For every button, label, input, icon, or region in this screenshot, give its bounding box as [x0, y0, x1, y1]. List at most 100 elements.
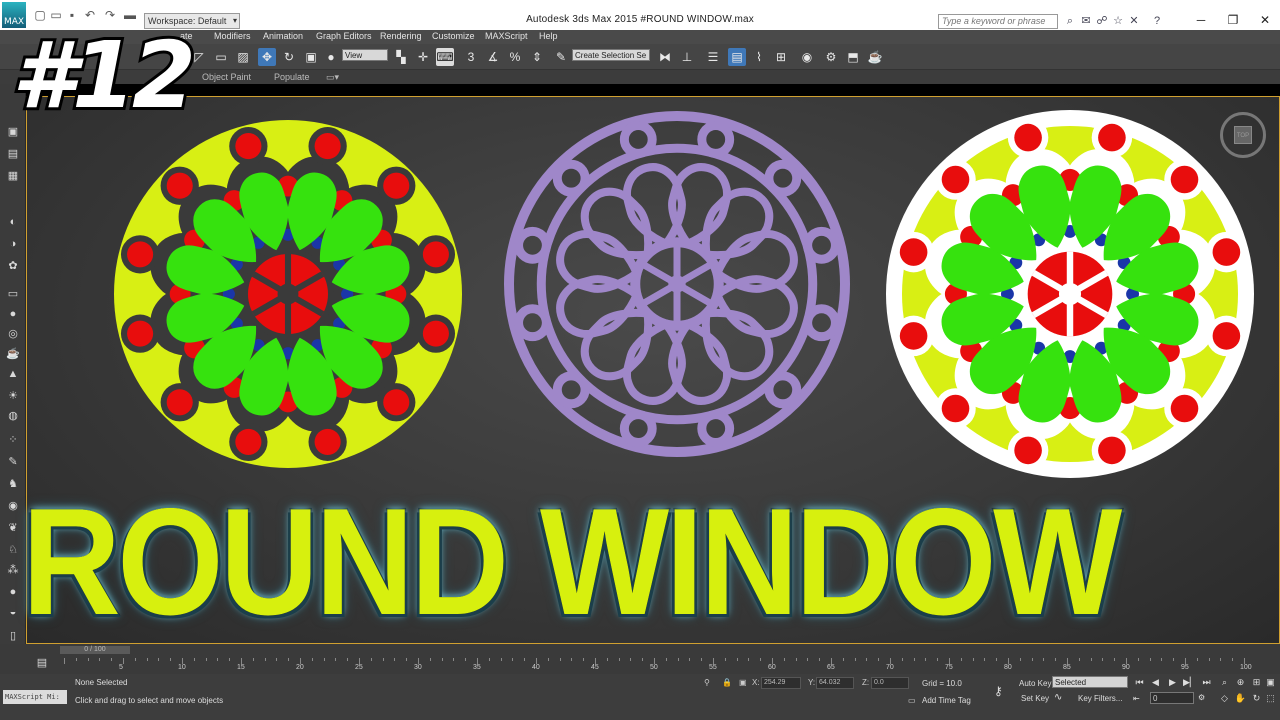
ribbon-tab-populate[interactable]: Populate — [274, 72, 310, 82]
paint-icon[interactable]: ✎ — [5, 454, 21, 470]
next-frame-icon[interactable]: ▶▏ — [1183, 676, 1197, 689]
graphite-ribbon-icon[interactable]: ▤ — [728, 48, 746, 66]
ribbon-tab-object-paint[interactable]: Object Paint — [202, 72, 251, 82]
manipulate-icon[interactable]: ✛ — [414, 48, 432, 66]
sphere-primitive-icon[interactable]: ● — [5, 306, 21, 322]
key-mode-icon[interactable]: ⇤ — [1133, 694, 1140, 703]
maximize-viewport-icon[interactable]: ⬚ — [1264, 692, 1277, 705]
camera-icon[interactable]: ◑ — [5, 236, 21, 252]
maxscript-listener[interactable]: MAXScript Mi: — [3, 690, 67, 704]
file-icon[interactable]: ▯ — [5, 628, 21, 644]
maximize-button[interactable]: ❐ — [1218, 11, 1248, 29]
pan-hand-icon[interactable]: ✋ — [1234, 692, 1247, 705]
go-to-start-icon[interactable]: ⏮ — [1133, 676, 1146, 689]
close-x-icon[interactable]: ✕ — [1127, 14, 1141, 28]
set-key-button[interactable]: Set Key — [1021, 694, 1049, 703]
menu-item-customize[interactable]: Customize — [432, 31, 475, 41]
binoculars-icon[interactable]: ⌕ — [1063, 14, 1077, 28]
help-icon[interactable]: ? — [1150, 14, 1164, 28]
teapot-primitive-icon[interactable]: ☕ — [5, 346, 21, 362]
play-icon[interactable]: ▶ — [1166, 676, 1179, 689]
spinner-snap-icon[interactable]: ⇕ — [528, 48, 546, 66]
render-sphere-icon[interactable]: ● — [5, 584, 21, 600]
favorites-star-icon[interactable]: ☆ — [1111, 14, 1125, 28]
search-input[interactable]: Type a keyword or phrase — [938, 14, 1058, 29]
zoom-extents-all-icon[interactable]: ▣ — [1264, 676, 1277, 689]
align-icon[interactable]: ⊥ — [678, 48, 696, 66]
menu-item-modifiers[interactable]: Modifiers — [214, 31, 251, 41]
minimize-button[interactable]: ─ — [1186, 11, 1216, 29]
curve-editor-icon[interactable]: ⌇ — [750, 48, 768, 66]
cone-primitive-icon[interactable]: ▲ — [5, 366, 21, 382]
reference-coordinate-dropdown[interactable]: View — [342, 49, 388, 61]
plant-icon[interactable]: ❦ — [5, 520, 21, 536]
footsteps-icon[interactable]: ⁂ — [5, 562, 21, 578]
schematic-view-icon[interactable]: ⊞ — [772, 48, 790, 66]
table-icon[interactable]: ▦ — [5, 168, 21, 184]
rendered-frame-icon[interactable]: ⬒ — [844, 48, 862, 66]
orbit-icon[interactable]: ↻ — [1250, 692, 1263, 705]
light-icon[interactable]: ◐ — [5, 214, 21, 230]
torus-primitive-icon[interactable]: ◍ — [5, 408, 21, 424]
time-config-icon[interactable]: ⚙ — [1198, 693, 1205, 702]
x-coordinate-field[interactable]: 254.29 — [761, 677, 801, 689]
fov-icon[interactable]: ◇ — [1218, 692, 1231, 705]
ribbon-options-icon[interactable]: ▭▾ — [326, 72, 339, 83]
select-object-icon[interactable]: ◸ — [190, 48, 208, 66]
box-primitive-icon[interactable]: ▭ — [5, 286, 21, 302]
particles-icon[interactable]: ⁘ — [5, 432, 21, 448]
time-slider[interactable]: 0 / 100 — [60, 646, 130, 654]
percent-snap-icon[interactable]: % — [506, 48, 524, 66]
angle-snap-icon[interactable]: ∡ — [484, 48, 502, 66]
menu-item-help[interactable]: Help — [539, 31, 558, 41]
communication-icon[interactable]: ☍ — [1095, 14, 1109, 28]
menu-item-maxscript[interactable]: MAXScript — [485, 31, 528, 41]
placement-icon[interactable]: ● — [322, 48, 340, 66]
helper-icon[interactable]: ✿ — [5, 258, 21, 274]
select-rotate-icon[interactable]: ↻ — [280, 48, 298, 66]
auto-key-button[interactable]: Auto Key — [1019, 679, 1051, 688]
add-time-tag[interactable]: Add Time Tag — [922, 696, 971, 705]
menu-item-graph-editors[interactable]: Graph Editors — [316, 31, 372, 41]
menu-item-animation[interactable]: Animation — [263, 31, 303, 41]
sun-light-icon[interactable]: ☀ — [5, 388, 21, 404]
key-mode-dropdown[interactable]: Selected — [1052, 676, 1128, 688]
edit-named-selection-icon[interactable]: ✎ — [552, 48, 570, 66]
snaps-toggle-icon[interactable]: 3 — [462, 48, 480, 66]
selection-lock-icon[interactable]: 🔒 — [722, 677, 732, 689]
zoom-icon[interactable]: ⌕ — [1218, 676, 1231, 689]
menu-item-rendering[interactable]: Rendering — [380, 31, 422, 41]
biped-icon[interactable]: ♞ — [5, 476, 21, 492]
globe-icon[interactable]: ◉ — [5, 498, 21, 514]
subscription-icon[interactable]: ✉ — [1079, 14, 1093, 28]
mirror-icon[interactable]: ⧓ — [656, 48, 674, 66]
z-coordinate-field[interactable]: 0.0 — [871, 677, 909, 689]
select-region-icon[interactable]: ▭ — [212, 48, 230, 66]
keyboard-shortcut-icon[interactable]: ⌨ — [436, 48, 454, 66]
close-button[interactable]: ✕ — [1250, 11, 1280, 29]
go-to-end-icon[interactable]: ⏭ — [1200, 676, 1213, 689]
select-move-icon[interactable]: ✥ — [258, 48, 276, 66]
named-selection-set-dropdown[interactable]: Create Selection Se — [572, 49, 650, 61]
y-coordinate-field[interactable]: 64.032 — [816, 677, 854, 689]
mini-curve-editor-icon[interactable]: ▤ — [34, 655, 50, 671]
character-icon[interactable]: ♘ — [5, 542, 21, 558]
cylinder-primitive-icon[interactable]: ◎ — [5, 326, 21, 342]
window-crossing-icon[interactable]: ▨ — [234, 48, 252, 66]
timeline-ruler[interactable]: 5 10 15 20 25 30 35 40 45 50 55 60 65 70 75 80 85 90 95 100 — [64, 658, 1264, 674]
lock-icon[interactable]: ⚲ — [704, 677, 710, 689]
pivot-center-icon[interactable]: ▚ — [392, 48, 410, 66]
time-tag-icon[interactable]: ▭ — [908, 696, 916, 705]
zoom-extents-icon[interactable]: ⊞ — [1250, 676, 1263, 689]
viewport-settings-icon[interactable]: ◒ — [5, 604, 21, 620]
material-editor-icon[interactable]: ◉ — [798, 48, 816, 66]
select-scale-icon[interactable]: ▣ — [302, 48, 320, 66]
previous-frame-icon[interactable]: ◀ — [1149, 676, 1162, 689]
layer-manager-icon[interactable]: ☰ — [704, 48, 722, 66]
key-icon[interactable]: ⚷ — [994, 684, 1003, 698]
scene-explorer-icon[interactable]: ▤ — [5, 146, 21, 162]
render-setup-icon[interactable]: ⚙ — [822, 48, 840, 66]
absolute-mode-icon[interactable]: ▣ — [739, 677, 747, 689]
key-filters-button[interactable]: Key Filters... — [1078, 694, 1122, 703]
render-teapot-icon[interactable]: ☕ — [866, 48, 884, 66]
